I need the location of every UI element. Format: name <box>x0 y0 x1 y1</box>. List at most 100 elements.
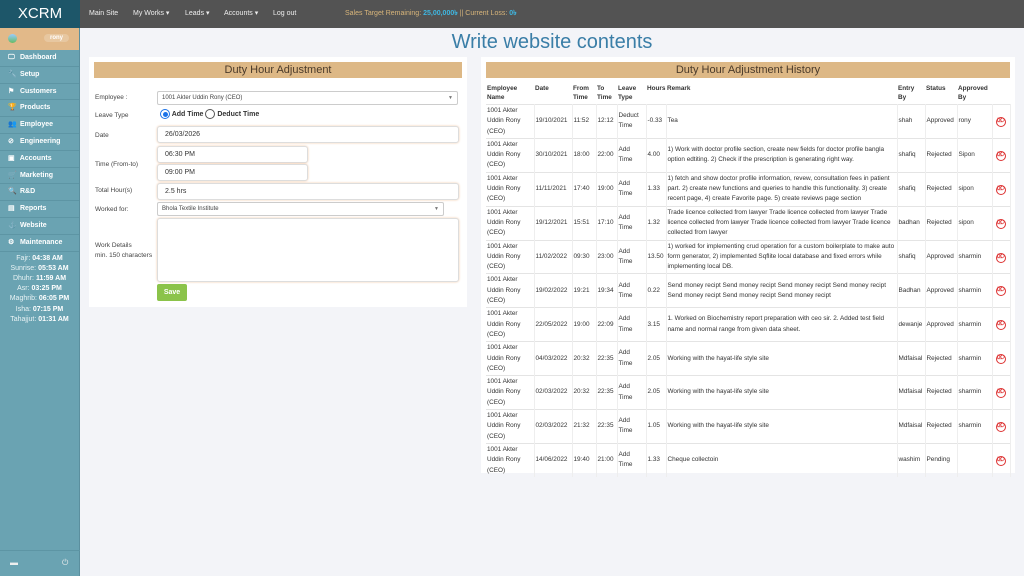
table-cell: Working with the hayat-life style site <box>666 376 897 410</box>
table-cell: Trade licence collected from lawyer Trad… <box>666 206 897 240</box>
table-row: 1001 Akter Uddin Rony (CEO)19/10/202111:… <box>486 105 1010 139</box>
column-header[interactable]: Approved By <box>957 83 992 105</box>
prayer-time: Sunrise: 05:53 AM <box>0 264 79 274</box>
power-icon[interactable]: ⏻ <box>62 558 68 568</box>
delete-icon[interactable]: ⌦ <box>996 117 1006 127</box>
column-header[interactable]: To Time <box>596 83 617 105</box>
table-cell: 19/12/2021 <box>534 206 572 240</box>
delete-icon[interactable]: ⌦ <box>996 185 1006 195</box>
dashboard-icon: 🖵 <box>8 50 18 67</box>
work-details-textarea[interactable] <box>157 218 459 282</box>
nav-log-out[interactable]: Log out <box>273 0 296 28</box>
column-header[interactable]: Leave Type <box>617 83 646 105</box>
accounts-icon: ▣ <box>8 151 18 168</box>
add-time-radio[interactable] <box>160 109 170 119</box>
prayer-time: Dhuhr: 11:59 AM <box>0 274 79 284</box>
table-cell: Tea <box>666 105 897 139</box>
table-cell: Mdfaisal <box>897 410 925 444</box>
employee-select[interactable]: 1001 Akter Uddin Rony (CEO)▼ <box>157 91 458 105</box>
deduct-time-label[interactable]: Deduct Time <box>217 111 259 118</box>
delete-icon[interactable]: ⌦ <box>996 286 1006 296</box>
employee-icon: 👥 <box>8 117 18 134</box>
prayer-time: Fajr: 04:38 AM <box>0 254 79 264</box>
nav-main-site[interactable]: Main Site <box>89 0 118 28</box>
delete-icon[interactable]: ⌦ <box>996 320 1006 330</box>
deduct-time-radio[interactable] <box>205 109 215 119</box>
history-title: Duty Hour Adjustment History <box>486 62 1010 78</box>
table-cell: 1) worked for implementing crud operatio… <box>666 240 897 274</box>
nav-my-works[interactable]: My Works ▾ <box>133 0 169 28</box>
sidebar-item-marketing[interactable]: 🛒 Marketing <box>0 168 79 185</box>
delete-icon[interactable]: ⌦ <box>996 456 1006 466</box>
save-button[interactable]: Save <box>157 284 187 301</box>
time-to-input[interactable]: 09:00 PM <box>157 164 308 181</box>
column-header[interactable]: Remark <box>666 83 897 105</box>
avatar[interactable] <box>8 34 17 43</box>
sidebar-item-reports[interactable]: ▤ Reports <box>0 201 79 218</box>
nav-leads[interactable]: Leads ▾ <box>185 0 210 28</box>
history-table: Employee NameDateFrom TimeTo TimeLeave T… <box>486 83 1011 477</box>
nav-accounts[interactable]: Accounts ▾ <box>224 0 258 28</box>
delete-icon[interactable]: ⌦ <box>996 354 1006 364</box>
delete-icon[interactable]: ⌦ <box>996 219 1006 229</box>
table-cell: Add Time <box>617 274 646 308</box>
total-hours-input[interactable]: 2.5 hrs <box>157 183 459 200</box>
table-cell: Add Time <box>617 240 646 274</box>
table-row: 1001 Akter Uddin Rony (CEO)02/03/202220:… <box>486 376 1010 410</box>
table-row: 1001 Akter Uddin Rony (CEO)22/05/202219:… <box>486 308 1010 342</box>
table-cell: Add Time <box>617 410 646 444</box>
sidebar-item-rd[interactable]: 🔍 R&D <box>0 184 79 201</box>
prayer-time: Asr: 03:25 PM <box>0 284 79 294</box>
column-header[interactable]: Hours <box>646 83 666 105</box>
prayer-time: Tahajjut: 01:31 AM <box>0 315 79 325</box>
worked-for-select[interactable]: Bhola Textile Institute▼ <box>157 202 444 216</box>
table-cell: 22:00 <box>596 138 617 172</box>
table-cell: Approved <box>925 105 957 139</box>
sidebar-item-accounts[interactable]: ▣ Accounts <box>0 151 79 168</box>
table-cell: Rejected <box>925 206 957 240</box>
sidebar-item-dashboard[interactable]: 🖵 Dashboard <box>0 50 79 67</box>
screen-icon[interactable]: ▬ <box>10 558 18 567</box>
delete-icon[interactable]: ⌦ <box>996 151 1006 161</box>
column-header[interactable]: Status <box>925 83 957 105</box>
add-time-label[interactable]: Add Time <box>172 111 204 118</box>
sidebar-item-maintenance[interactable]: ⚙ Maintenance <box>0 235 79 252</box>
table-cell: Send money recipt Send money recipt Send… <box>666 274 897 308</box>
column-header[interactable]: Date <box>534 83 572 105</box>
table-cell: shafiq <box>897 138 925 172</box>
column-header[interactable]: From Time <box>572 83 596 105</box>
table-cell: 21:00 <box>596 443 617 476</box>
setup-icon: 🔧 <box>8 67 18 84</box>
column-header[interactable]: Entry By <box>897 83 925 105</box>
sidebar-item-label: Reports <box>20 205 46 212</box>
user-bar[interactable]: rony <box>0 28 79 50</box>
sidebar-item-engineering[interactable]: ⊘ Engineering <box>0 134 79 151</box>
table-cell: 02/03/2022 <box>534 410 572 444</box>
table-cell: Mdfaisal <box>897 342 925 376</box>
table-cell <box>957 443 992 476</box>
delete-icon[interactable]: ⌦ <box>996 422 1006 432</box>
table-cell: -0.33 <box>646 105 666 139</box>
sidebar-item-label: Employee <box>20 121 53 128</box>
sidebar-item-setup[interactable]: 🔧 Setup <box>0 67 79 84</box>
table-cell: 1001 Akter Uddin Rony (CEO) <box>486 240 534 274</box>
delete-icon[interactable]: ⌦ <box>996 388 1006 398</box>
table-cell: sharmin <box>957 376 992 410</box>
sidebar: rony 🖵 Dashboard🔧 Setup⚑ Customers🏆 Prod… <box>0 28 80 576</box>
table-cell: Add Time <box>617 308 646 342</box>
user-name[interactable]: rony <box>44 34 69 42</box>
sidebar-item-employee[interactable]: 👥 Employee <box>0 117 79 134</box>
sidebar-item-customers[interactable]: ⚑ Customers <box>0 84 79 101</box>
date-input[interactable]: 26/03/2026 <box>157 126 459 143</box>
sales-target: Sales Target Remaining: 25,00,000৳ || Cu… <box>345 0 517 28</box>
column-header[interactable]: Employee Name <box>486 83 534 105</box>
table-cell: 02/03/2022 <box>534 376 572 410</box>
sidebar-item-products[interactable]: 🏆 Products <box>0 100 79 117</box>
time-from-input[interactable]: 06:30 PM <box>157 146 308 163</box>
sidebar-item-website[interactable]: ⚓ Website <box>0 218 79 235</box>
table-cell: 22:35 <box>596 342 617 376</box>
delete-icon[interactable]: ⌦ <box>996 253 1006 263</box>
table-cell: sharmin <box>957 342 992 376</box>
app-logo[interactable]: XCRM <box>0 0 80 28</box>
table-cell: 20:32 <box>572 342 596 376</box>
